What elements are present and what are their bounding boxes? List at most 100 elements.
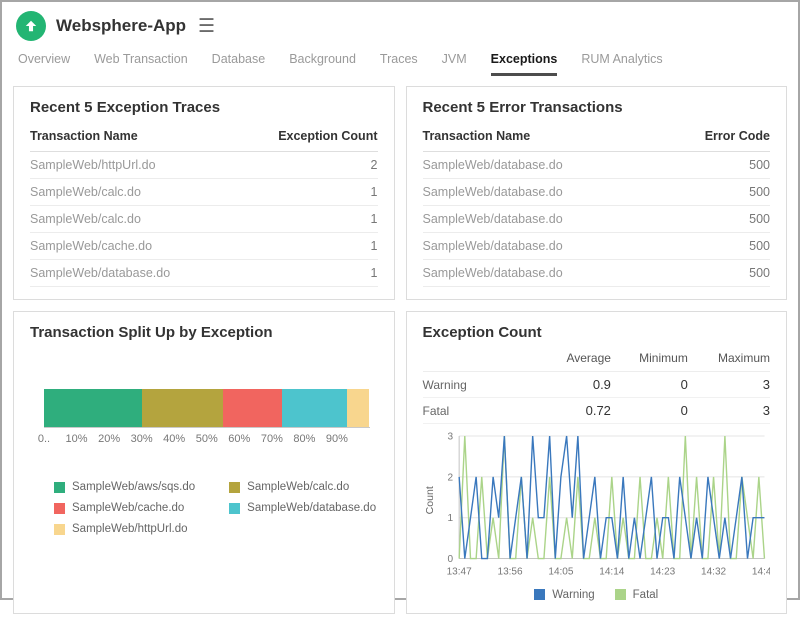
legend-item-sampleweb-httpurl-do[interactable]: SampleWeb/httpUrl.do [54,523,195,535]
axis-tick-label: 90% [326,433,348,445]
stats-header-minimum: Minimum [611,345,688,372]
legend-swatch [229,482,240,493]
legend-swatch [229,503,240,514]
bar-segment-sampleweb-cache-do [223,389,282,427]
row-value: 500 [660,179,770,206]
bar-segment-sampleweb-aws-sqs-do [44,389,142,427]
exception-count-stats-table: Average Minimum Maximum Warning0.903Fata… [423,345,771,424]
table-row[interactable]: SampleWeb/database.do500 [423,206,771,233]
x-tick-label: 13:47 [446,567,472,578]
legend-label: Fatal [633,589,659,601]
app-title: Websphere-App [56,16,186,36]
transaction-name: SampleWeb/database.do [423,233,660,260]
stats-value: 3 [688,372,770,398]
table-row[interactable]: SampleWeb/database.do1 [30,260,378,287]
legend-swatch [54,482,65,493]
legend-item-warning[interactable]: Warning [534,589,594,601]
y-tick-label: 2 [447,472,453,483]
tab-exceptions[interactable]: Exceptions [491,48,558,76]
tab-traces[interactable]: Traces [380,48,418,76]
table-row[interactable]: SampleWeb/calc.do1 [30,179,378,206]
row-value: 500 [660,152,770,179]
table-row[interactable]: SampleWeb/httpUrl.do2 [30,152,378,179]
panel-title: Transaction Split Up by Exception [30,324,378,341]
line-legend: Warning Fatal [423,589,771,601]
x-tick-label: 14:41 [751,567,770,578]
axis-tick-label: 0.. [38,433,50,445]
transaction-name: SampleWeb/database.do [423,179,660,206]
panel-title: Recent 5 Exception Traces [30,99,378,116]
x-tick-label: 13:56 [497,567,523,578]
up-arrow-icon [24,19,38,33]
table-row[interactable]: SampleWeb/database.do500 [423,260,771,287]
row-value: 1 [233,179,377,206]
legend-label: Warning [552,589,594,601]
exception-count-chart: Count 012313:4713:5614:0514:1414:2314:32… [423,430,771,587]
axis-tick-label: 40% [163,433,185,445]
table-row[interactable]: SampleWeb/database.do500 [423,179,771,206]
transaction-name: SampleWeb/httpUrl.do [30,152,233,179]
legend-item-sampleweb-aws-sqs-do[interactable]: SampleWeb/aws/sqs.do [54,481,195,493]
stacked-bar-chart: 0..10%20%30%40%50%60%70%80%90% [44,389,370,449]
stats-row-fatal: Fatal0.7203 [423,398,771,424]
y-axis-label: Count [424,486,436,514]
stats-value: 0 [611,398,688,424]
table-row[interactable]: SampleWeb/database.do500 [423,233,771,260]
bar-axis: 0..10%20%30%40%50%60%70%80%90% [44,427,370,449]
x-tick-label: 14:14 [599,567,625,578]
hamburger-menu-icon[interactable]: ☰ [198,17,215,36]
legend-item-sampleweb-database-do[interactable]: SampleWeb/database.do [229,502,376,514]
tab-overview[interactable]: Overview [18,48,70,76]
tab-database[interactable]: Database [212,48,266,76]
stats-header-average: Average [541,345,611,372]
stacked-bar [44,389,370,427]
app-status-icon [16,11,46,41]
transaction-name: SampleWeb/database.do [423,260,660,287]
legend-label: SampleWeb/aws/sqs.do [72,481,195,493]
tab-jvm[interactable]: JVM [442,48,467,76]
legend-item-sampleweb-cache-do[interactable]: SampleWeb/cache.do [54,502,195,514]
row-value: 2 [233,152,377,179]
axis-tick-label: 50% [196,433,218,445]
column-header-transaction-name: Transaction Name [30,120,233,152]
table-row[interactable]: SampleWeb/database.do500 [423,152,771,179]
dashboard-content: Recent 5 Exception Traces Transaction Na… [2,76,798,624]
panel-title: Exception Count [423,324,771,341]
row-value: 500 [660,206,770,233]
axis-tick-label: 10% [66,433,88,445]
tab-background[interactable]: Background [289,48,356,76]
legend-swatch [54,503,65,514]
legend-swatch [615,589,626,600]
stats-value: 0.9 [541,372,611,398]
legend-label: SampleWeb/httpUrl.do [72,523,187,535]
stats-value: 0 [611,372,688,398]
tab-rum-analytics[interactable]: RUM Analytics [581,48,662,76]
axis-tick-label: 70% [261,433,283,445]
row-value: 500 [660,260,770,287]
stats-value: 0.72 [541,398,611,424]
legend-swatch [534,589,545,600]
legend-item-sampleweb-calc-do[interactable]: SampleWeb/calc.do [229,481,376,493]
panel-title: Recent 5 Error Transactions [423,99,771,116]
x-tick-label: 14:32 [701,567,727,578]
table-row[interactable]: SampleWeb/calc.do1 [30,206,378,233]
app-header: Websphere-App ☰ [2,2,798,45]
row-value: 500 [660,233,770,260]
bar-legend: SampleWeb/aws/sqs.do SampleWeb/calc.do Sam… [54,481,378,535]
stats-header-maximum: Maximum [688,345,770,372]
x-tick-label: 14:23 [650,567,676,578]
row-value: 1 [233,233,377,260]
stats-row-label: Fatal [423,398,541,424]
transaction-name: SampleWeb/cache.do [30,233,233,260]
x-tick-label: 14:05 [548,567,574,578]
stats-value: 3 [688,398,770,424]
tab-web-transaction[interactable]: Web Transaction [94,48,188,76]
axis-tick-label: 20% [98,433,120,445]
tab-bar: Overview Web Transaction Database Backgroun… [2,45,798,76]
table-row[interactable]: SampleWeb/cache.do1 [30,233,378,260]
legend-label: SampleWeb/calc.do [247,481,349,493]
legend-item-fatal[interactable]: Fatal [615,589,659,601]
transaction-name: SampleWeb/calc.do [30,206,233,233]
column-header-exception-count: Exception Count [233,120,377,152]
panel-error-transactions: Recent 5 Error Transactions Transaction … [406,86,788,300]
